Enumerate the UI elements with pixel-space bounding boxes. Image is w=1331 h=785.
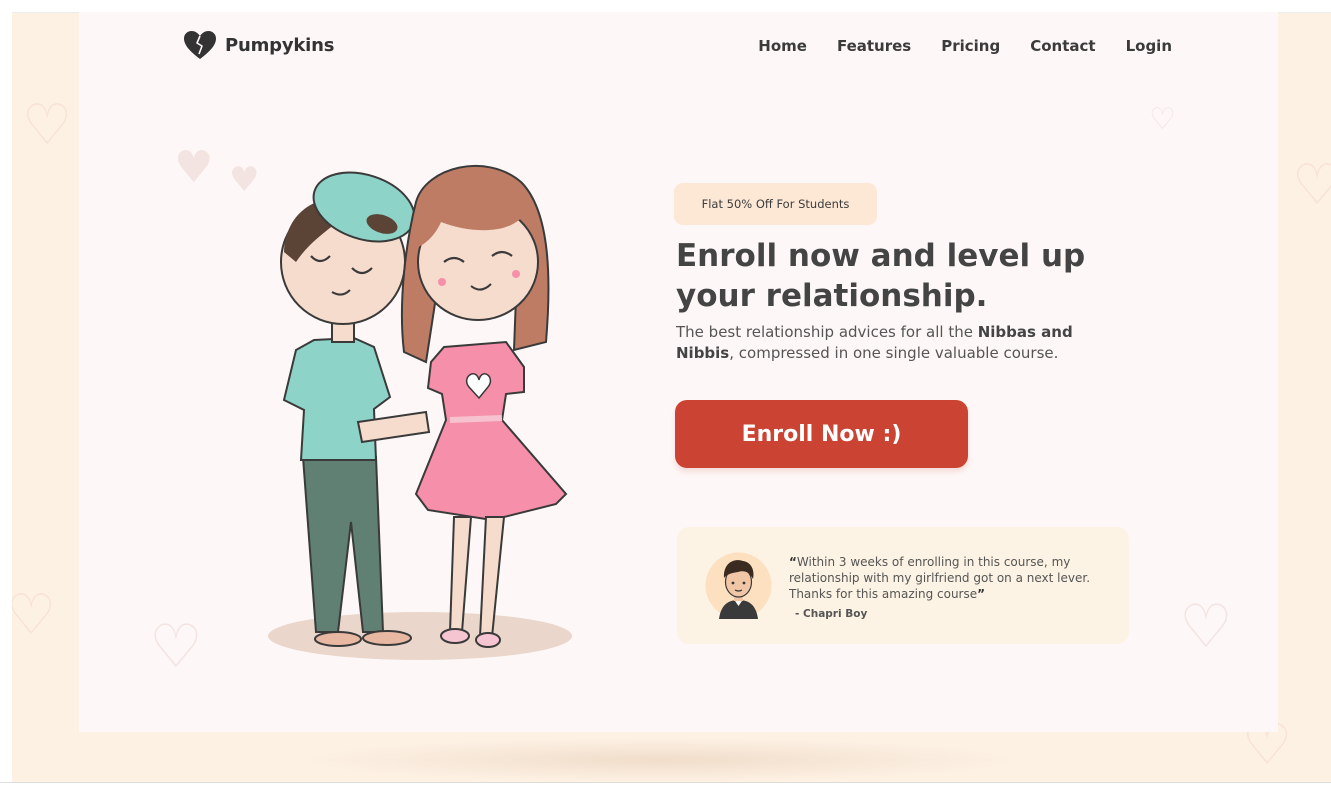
card-shadow <box>300 738 1020 782</box>
quote-text: Within 3 weeks of enrolling in this cour… <box>789 555 1091 601</box>
brand-name: Pumpykins <box>225 34 335 56</box>
main-nav: Home Features Pricing Contact Login <box>758 37 1172 55</box>
hero-headline: Enroll now and level up your relationshi… <box>676 238 1086 314</box>
nav-home[interactable]: Home <box>758 37 807 55</box>
heart-decoration-icon: ♡ <box>1149 102 1176 137</box>
heart-decoration-icon: ♡ <box>1292 153 1331 218</box>
testimonial-quote: “Within 3 weeks of enrolling in this cou… <box>789 554 1099 602</box>
heart-decoration-icon: ♡ <box>12 583 56 648</box>
heart-decoration-icon: ♥ <box>229 160 260 200</box>
heart-decoration-icon: ♥ <box>174 142 214 193</box>
subtext-part: The best relationship advices for all th… <box>676 323 978 341</box>
close-quote-mark: ” <box>977 587 986 601</box>
heart-decoration-icon: ♡ <box>1179 592 1233 662</box>
subtext-part: , compressed in one single valuable cour… <box>729 344 1059 362</box>
nav-features[interactable]: Features <box>837 37 911 55</box>
heart-icon <box>184 31 216 59</box>
enroll-now-button[interactable]: Enroll Now :) <box>675 400 968 468</box>
testimonial-author: - Chapri Boy <box>795 608 868 620</box>
brand[interactable]: Pumpykins <box>183 30 334 60</box>
heart-decoration-icon: ♡ <box>149 612 203 682</box>
landing-card: ♥ ♥ ♡ ♡ ♡ Pumpykins Home Features Pricin… <box>79 12 1278 732</box>
testimonial-card: “Within 3 weeks of enrolling in this cou… <box>677 527 1129 644</box>
hero-subtext: The best relationship advices for all th… <box>676 322 1116 364</box>
avatar <box>705 552 772 619</box>
nav-login[interactable]: Login <box>1126 37 1172 55</box>
open-quote-mark: “ <box>789 555 797 569</box>
heart-decoration-icon: ♡ <box>22 93 73 158</box>
bottom-divider <box>0 782 1331 783</box>
promo-badge: Flat 50% Off For Students <box>674 183 877 225</box>
couple-illustration <box>268 164 572 660</box>
nav-pricing[interactable]: Pricing <box>941 37 1000 55</box>
nav-contact[interactable]: Contact <box>1030 37 1095 55</box>
